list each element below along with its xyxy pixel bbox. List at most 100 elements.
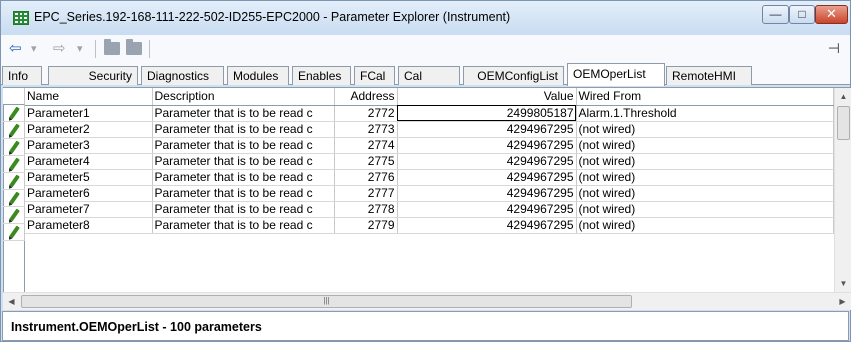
table-row[interactable]: Parameter3 Parameter that is to be read … (25, 137, 834, 154)
cell-description[interactable]: Parameter that is to be read c (152, 169, 335, 186)
column-header-name[interactable]: Name (25, 88, 153, 106)
cell-wired-from[interactable]: (not wired) (576, 185, 834, 202)
cell-address[interactable]: 2775 (334, 153, 398, 170)
row-editable-pencil (3, 190, 25, 207)
tab-remotehmi[interactable]: RemoteHMI (666, 66, 752, 85)
tab-modules[interactable]: Modules (227, 66, 289, 85)
scroll-down-icon[interactable]: ▼ (835, 275, 851, 292)
cell-value[interactable]: 4294967295 (397, 137, 577, 154)
scroll-right-icon[interactable]: ▶ (834, 293, 851, 310)
cell-name[interactable]: Parameter1 (25, 105, 153, 122)
cell-value[interactable]: 4294967295 (397, 201, 577, 218)
cell-name[interactable]: Parameter2 (25, 121, 153, 138)
cell-description[interactable]: Parameter that is to be read c (152, 121, 335, 138)
grid-icon (13, 11, 29, 25)
table-row[interactable]: Parameter8 Parameter that is to be read … (25, 217, 834, 234)
folder-icon[interactable] (104, 39, 120, 55)
pin-icon[interactable]: ⊣ (828, 40, 840, 57)
cell-wired-from[interactable]: (not wired) (576, 169, 834, 186)
parameter-explorer-window: EPC_Series.192-168-111-222-502-ID255-EPC… (0, 0, 851, 342)
scroll-left-icon[interactable]: ◀ (3, 293, 20, 310)
table-header-row: Name Description Address Value Wired Fro… (25, 88, 834, 106)
forward-dropdown-icon[interactable]: ▾ (77, 39, 83, 59)
cell-name[interactable]: Parameter8 (25, 217, 153, 234)
cell-wired-from[interactable]: Alarm.1.Threshold (576, 105, 834, 122)
cell-description[interactable]: Parameter that is to be read c (152, 153, 335, 170)
close-button[interactable]: ✕ (815, 5, 848, 24)
cell-description[interactable]: Parameter that is to be read c (152, 217, 335, 234)
column-header-wired-from[interactable]: Wired From (576, 88, 834, 106)
cell-value[interactable]: 4294967295 (397, 185, 577, 202)
horizontal-scrollbar[interactable]: ◀ ||| ▶ (3, 292, 851, 310)
toolbar-separator (95, 40, 96, 58)
tab-info[interactable]: Info (2, 66, 42, 85)
column-header-value[interactable]: Value (397, 88, 577, 106)
tab-oemconfiglist[interactable]: OEMConfigList (463, 66, 564, 85)
cell-address[interactable]: 2778 (334, 201, 398, 218)
column-header-address[interactable]: Address (334, 88, 398, 106)
horizontal-scroll-thumb[interactable]: ||| (21, 295, 632, 308)
cell-wired-from[interactable]: (not wired) (576, 201, 834, 218)
cell-value[interactable]: 4294967295 (397, 153, 577, 170)
tab-oemoperlist[interactable]: OEMOperList (567, 63, 665, 86)
cell-name[interactable]: Parameter3 (25, 137, 153, 154)
table-row[interactable]: Parameter7 Parameter that is to be read … (25, 201, 834, 218)
pencil-icon (9, 140, 20, 154)
cell-name[interactable]: Parameter6 (25, 185, 153, 202)
status-text: Instrument.OEMOperList - 100 parameters (11, 320, 262, 334)
cell-address[interactable]: 2772 (334, 105, 398, 122)
cell-name[interactable]: Parameter4 (25, 153, 153, 170)
column-header-description[interactable]: Description (152, 88, 335, 106)
cell-description[interactable]: Parameter that is to be read c (152, 185, 335, 202)
back-arrow-icon[interactable]: ⇦ (9, 39, 22, 59)
pencil-icon (9, 123, 20, 137)
pencil-icon (9, 208, 20, 222)
back-dropdown-icon[interactable]: ▾ (31, 39, 37, 59)
maximize-button[interactable]: □ (789, 5, 815, 24)
row-editable-pencil (3, 122, 25, 139)
pencil-icon (9, 225, 20, 239)
table-row[interactable]: Parameter6 Parameter that is to be read … (25, 185, 834, 202)
table-row[interactable]: Parameter2 Parameter that is to be read … (25, 121, 834, 138)
row-editable-pencil (3, 105, 25, 122)
cell-name[interactable]: Parameter7 (25, 201, 153, 218)
grid-panel: Name Description Address Value Wired Fro… (3, 88, 851, 310)
cell-address[interactable]: 2777 (334, 185, 398, 202)
folder-open-icon[interactable] (126, 39, 142, 55)
title-bar[interactable]: EPC_Series.192-168-111-222-502-ID255-EPC… (1, 1, 850, 35)
cell-wired-from[interactable]: (not wired) (576, 217, 834, 234)
cell-value[interactable]: 4294967295 (397, 121, 577, 138)
tab-bar: Info Security Diagnostics Modules Enable… (1, 63, 850, 86)
cell-address[interactable]: 2776 (334, 169, 398, 186)
cell-value[interactable]: 4294967295 (397, 217, 577, 234)
row-header-corner (3, 88, 25, 105)
vertical-scroll-thumb[interactable] (837, 106, 850, 140)
tab-cal[interactable]: Cal (398, 66, 460, 85)
cell-description[interactable]: Parameter that is to be read c (152, 201, 335, 218)
cell-address[interactable]: 2779 (334, 217, 398, 234)
cell-description[interactable]: Parameter that is to be read c (152, 105, 335, 122)
cell-value[interactable]: 2499805187 (397, 105, 577, 122)
cell-value[interactable]: 4294967295 (397, 169, 577, 186)
cell-description[interactable]: Parameter that is to be read c (152, 137, 335, 154)
table-row[interactable]: Parameter5 Parameter that is to be read … (25, 169, 834, 186)
minimize-button[interactable]: — (762, 5, 789, 24)
tab-diagnostics[interactable]: Diagnostics (141, 66, 224, 85)
table-row[interactable]: Parameter4 Parameter that is to be read … (25, 153, 834, 170)
cell-address[interactable]: 2773 (334, 121, 398, 138)
tab-security[interactable]: Security (48, 66, 138, 85)
window-title: EPC_Series.192-168-111-222-502-ID255-EPC… (34, 10, 511, 24)
tab-enables[interactable]: Enables (292, 66, 351, 85)
cell-wired-from[interactable]: (not wired) (576, 153, 834, 170)
cell-wired-from[interactable]: (not wired) (576, 137, 834, 154)
forward-arrow-icon[interactable]: ⇨ (53, 39, 66, 59)
table-row[interactable]: Parameter1 Parameter that is to be read … (25, 105, 834, 122)
tab-fcal[interactable]: FCal (354, 66, 395, 85)
status-bar: Instrument.OEMOperList - 100 parameters (2, 311, 849, 341)
vertical-scrollbar[interactable]: ▲ ▼ (834, 88, 851, 292)
close-icon: ✕ (826, 6, 837, 21)
cell-name[interactable]: Parameter5 (25, 169, 153, 186)
cell-address[interactable]: 2774 (334, 137, 398, 154)
scroll-up-icon[interactable]: ▲ (835, 88, 851, 105)
cell-wired-from[interactable]: (not wired) (576, 121, 834, 138)
